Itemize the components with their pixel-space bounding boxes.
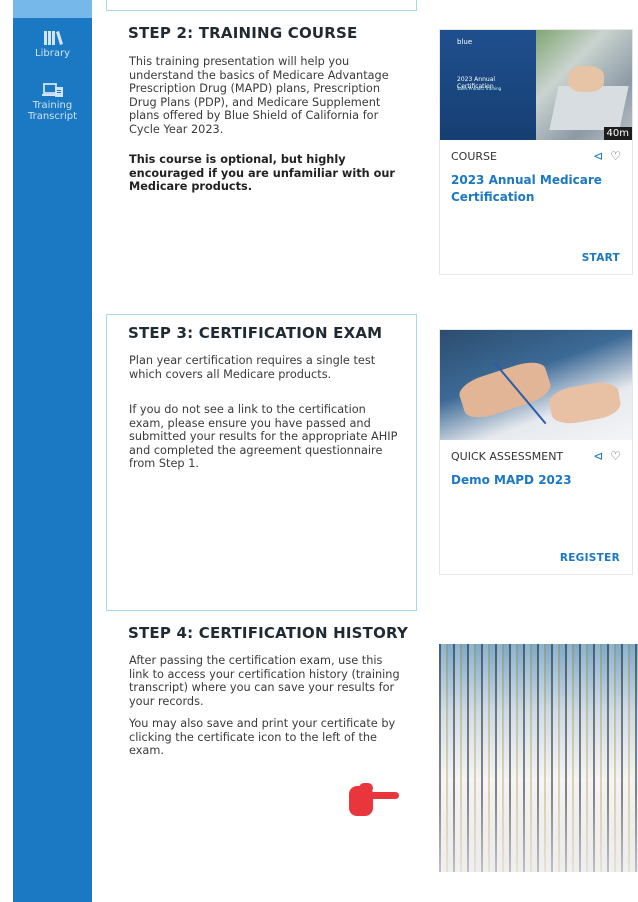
sidebar-item-label: Training Transcript <box>27 100 78 122</box>
step-4-note: You may also save and print your certifi… <box>129 717 396 758</box>
share-icon[interactable]: ⊲ <box>593 449 603 463</box>
history-image[interactable] <box>439 644 638 872</box>
sidebar-item-library[interactable]: Library <box>13 30 92 59</box>
start-button[interactable]: START <box>582 252 620 264</box>
assessment-title-link[interactable]: Demo MAPD 2023 <box>451 472 621 489</box>
tile-actions: ⊲ ♡ <box>586 149 621 163</box>
assessment-thumbnail[interactable] <box>440 330 632 440</box>
step-4-title: STEP 4: CERTIFICATION HISTORY <box>128 624 409 642</box>
heart-icon[interactable]: ♡ <box>610 149 621 163</box>
course-thumbnail[interactable]: blue 2023 Annual Certification Sales Pro… <box>440 30 632 140</box>
step-3-description: Plan year certification requires a singl… <box>129 354 376 381</box>
duration-badge: 40m <box>603 127 632 140</box>
course-title-link[interactable]: 2023 Annual Medicare Certification <box>451 172 621 206</box>
pointing-hand-icon <box>347 780 401 822</box>
step-4-description: After passing the certification exam, us… <box>129 654 400 708</box>
step-2-description: This training presentation will help you… <box>129 55 389 136</box>
thumbnail-logo: blue <box>457 38 473 46</box>
transcript-icon <box>13 82 92 98</box>
step-2-title: STEP 2: TRAINING COURSE <box>128 24 358 42</box>
sidebar-item-training-transcript[interactable]: Training Transcript <box>13 82 92 122</box>
sidebar-item-label: Library <box>35 48 70 59</box>
register-button[interactable]: REGISTER <box>560 552 620 564</box>
tile-type-label: COURSE <box>451 150 497 163</box>
step-2-card-bottom <box>106 0 417 11</box>
tile-actions: ⊲ ♡ <box>586 449 621 463</box>
step-2-note: This course is optional, but highly enco… <box>129 153 395 194</box>
heart-icon[interactable]: ♡ <box>610 449 621 463</box>
course-tile[interactable]: blue 2023 Annual Certification Sales Pro… <box>439 29 633 275</box>
sidebar-top-bar <box>13 0 92 18</box>
library-icon <box>13 30 92 46</box>
sidebar: Library Training Transcript <box>13 0 92 902</box>
thumbnail-subtitle: Sales Product Training <box>457 86 502 91</box>
step-3-note: If you do not see a link to the certific… <box>129 403 398 471</box>
page: Library Training Transcript STEP 2: TRAI… <box>0 0 638 902</box>
assessment-tile[interactable]: QUICK ASSESSMENT ⊲ ♡ Demo MAPD 2023 REGIS… <box>439 329 633 575</box>
share-icon[interactable]: ⊲ <box>593 149 603 163</box>
tile-type-label: QUICK ASSESSMENT <box>451 450 564 463</box>
step-3-title: STEP 3: CERTIFICATION EXAM <box>128 324 383 342</box>
